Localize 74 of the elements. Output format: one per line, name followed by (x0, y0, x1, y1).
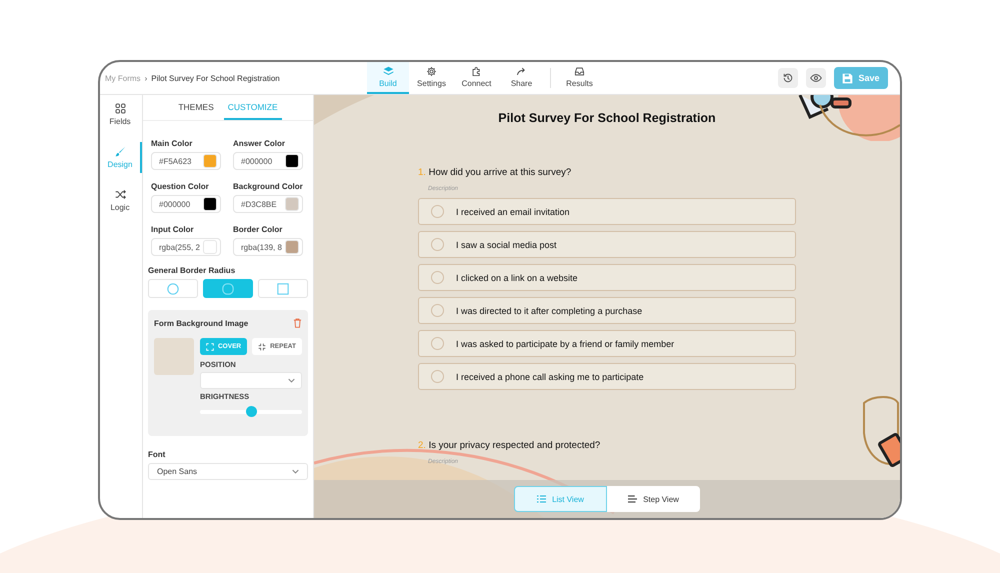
chevron-down-icon (288, 378, 295, 383)
color-field[interactable]: #F5A623 (151, 152, 221, 170)
inbox-icon (574, 66, 585, 77)
layers-icon (382, 66, 394, 77)
color-swatch[interactable] (285, 197, 299, 211)
eye-icon (810, 72, 822, 84)
panel-tab[interactable]: THEMES (174, 95, 218, 120)
breadcrumb-current: Pilot Survey For School Registration (151, 74, 280, 82)
nav-tab[interactable]: Results (557, 62, 602, 94)
form-title: Pilot Survey For School Registration (497, 111, 717, 125)
corner-decoration (314, 95, 374, 125)
image-thumbnail[interactable] (154, 338, 194, 375)
card-title: Form Background Image (154, 318, 248, 328)
color-swatch[interactable] (285, 240, 299, 254)
font-select[interactable]: Open Sans (148, 463, 308, 480)
color-field[interactable]: rgba(255, 2 (151, 238, 221, 256)
color-swatch[interactable] (203, 240, 217, 254)
position-select[interactable] (200, 372, 302, 389)
brush-icon (114, 146, 126, 157)
color-field[interactable]: #000000 (233, 152, 303, 170)
nav-tab[interactable]: Connect (454, 62, 499, 94)
answer-option[interactable]: I received an email invitation (418, 198, 796, 225)
history-button[interactable] (778, 68, 798, 88)
nav-tab[interactable]: Settings (409, 62, 454, 94)
circle-icon (167, 282, 179, 294)
color-swatch[interactable] (203, 154, 217, 168)
field-label: Border Color (233, 225, 284, 234)
square-icon (277, 282, 289, 294)
radio-button[interactable] (431, 205, 444, 218)
field-label: Background Color (233, 182, 304, 191)
grid-icon (114, 103, 126, 114)
breadcrumb-separator: › (144, 74, 148, 82)
radio-button[interactable] (431, 304, 444, 317)
color-field[interactable]: #000000 (151, 195, 221, 213)
list-icon (537, 495, 546, 503)
answer-option[interactable]: I received a phone call asking me to participate (418, 363, 796, 390)
question-text: 2. Is your privacy respected and protected? (418, 440, 602, 451)
radio-button[interactable] (431, 370, 444, 383)
answer-option[interactable]: I was directed to it after completing a purchase (418, 297, 796, 324)
color-field[interactable]: rgba(139, 8 (233, 238, 303, 256)
trash-icon[interactable] (293, 318, 302, 328)
puzzle-icon (471, 66, 482, 77)
answer-option[interactable]: I clicked on a link on a website (418, 264, 796, 291)
color-field[interactable]: #D3C8BE (233, 195, 303, 213)
history-icon (782, 72, 794, 84)
field-label: Main Color (151, 139, 194, 148)
answer-option[interactable]: I saw a social media post (418, 231, 796, 258)
radius-option[interactable] (203, 279, 253, 298)
view-toggle-button[interactable]: Step View (607, 486, 700, 512)
color-swatch[interactable] (285, 154, 299, 168)
radio-button[interactable] (431, 238, 444, 251)
field-label: Answer Color (233, 139, 286, 148)
lines-icon (628, 495, 638, 503)
radio-button[interactable] (431, 271, 444, 284)
question-text: 1. How did you arrive at this survey? (418, 167, 572, 178)
radio-button[interactable] (431, 337, 444, 350)
color-swatch[interactable] (203, 197, 217, 211)
field-label: Input Color (151, 225, 195, 234)
preview-button[interactable] (806, 68, 826, 88)
collapse-icon (258, 342, 266, 350)
answer-option[interactable]: I was asked to participate by a friend or family member (418, 330, 796, 357)
nav-tab[interactable]: Share (499, 62, 544, 94)
expand-icon (206, 342, 214, 350)
sidebar-item[interactable]: Fields (100, 99, 142, 130)
rounded-square-icon (222, 282, 234, 294)
field-label: Font (148, 450, 166, 459)
field-label: Question Color (151, 182, 210, 191)
share-icon (516, 66, 527, 77)
shuffle-icon (114, 189, 126, 200)
sidebar-item[interactable]: Logic (100, 185, 142, 216)
slider-thumb[interactable] (246, 406, 257, 417)
chevron-down-icon (292, 469, 299, 474)
field-label: General Border Radius (148, 266, 236, 275)
settings-icon (426, 66, 437, 77)
